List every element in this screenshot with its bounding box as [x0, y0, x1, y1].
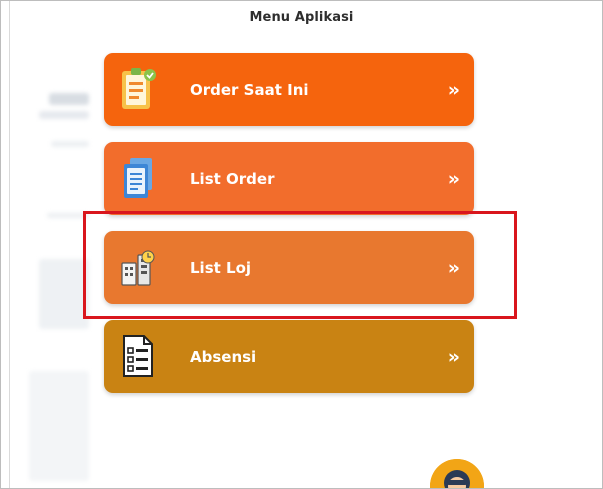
background-blur-block [49, 93, 89, 105]
background-blur-block [39, 259, 89, 329]
background-blur-block [29, 371, 89, 481]
double-chevron-right-icon: » [447, 167, 461, 190]
menu-button-order-saat-ini[interactable]: Order Saat Ini » [104, 53, 474, 126]
building-icon [118, 243, 158, 291]
menu-title: Menu Aplikasi [249, 10, 354, 25]
document-list-icon [118, 154, 158, 202]
background-blur-block [39, 111, 89, 119]
menu-button-absensi[interactable]: Absensi » [104, 320, 474, 393]
background-blur-block [47, 213, 89, 218]
menu-button-label: List Loj [190, 258, 252, 277]
double-chevron-right-icon: » [447, 345, 461, 368]
menu-button-list-loj[interactable]: List Loj » [104, 231, 474, 304]
menu-button-label: Order Saat Ini [190, 80, 309, 99]
background-page [9, 1, 89, 488]
menu-button-label: List Order [190, 169, 275, 188]
clipboard-icon [118, 65, 158, 113]
app-frame: Menu Aplikasi Order Saat Ini » List Orde… [0, 0, 603, 489]
background-blur-block [51, 141, 89, 147]
attendance-form-icon [118, 332, 158, 380]
user-avatar-icon[interactable] [430, 459, 484, 488]
double-chevron-right-icon: » [447, 78, 461, 101]
menu-button-label: Absensi [190, 347, 257, 366]
panel-divider [9, 1, 10, 488]
menu-button-list-order[interactable]: List Order » [104, 142, 474, 215]
double-chevron-right-icon: » [447, 256, 461, 279]
